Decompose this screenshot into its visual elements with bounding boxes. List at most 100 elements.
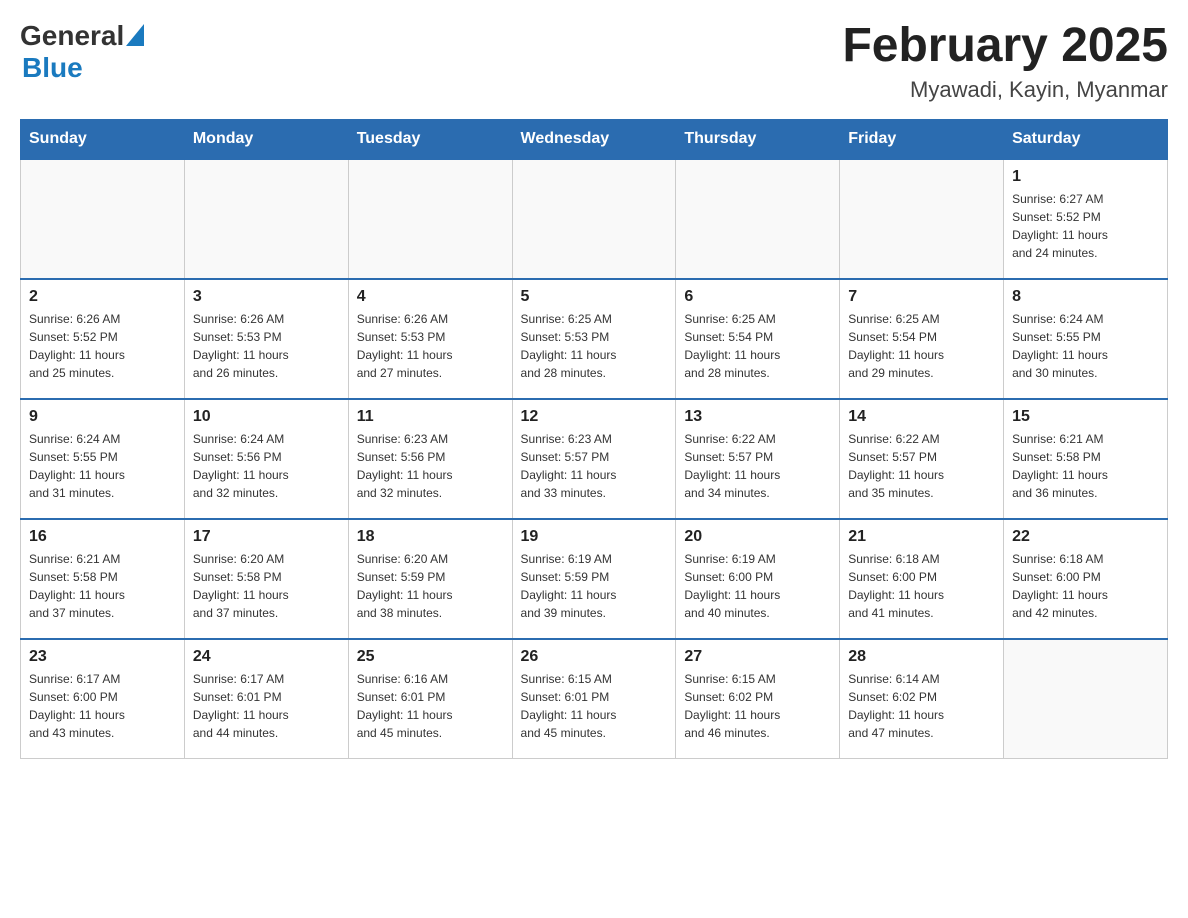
day-number: 21 [848, 528, 995, 546]
calendar-cell: 1 Sunrise: 6:27 AM Sunset: 5:52 PM Daylig… [1004, 159, 1168, 279]
day-number: 15 [1012, 408, 1159, 426]
title-area: February 2025 Myawadi, Kayin, Myanmar [842, 20, 1168, 103]
calendar-cell [1004, 639, 1168, 759]
day-number: 25 [357, 648, 504, 666]
calendar-cell: 25 Sunrise: 6:16 AM Sunset: 6:01 PM Dayli… [348, 639, 512, 759]
calendar-cell [184, 159, 348, 279]
header-friday: Friday [840, 119, 1004, 159]
day-number: 7 [848, 288, 995, 306]
calendar-cell [512, 159, 676, 279]
day-number: 12 [521, 408, 668, 426]
calendar-week-row: 9 Sunrise: 6:24 AM Sunset: 5:55 PM Daylig… [21, 399, 1168, 519]
calendar-cell: 9 Sunrise: 6:24 AM Sunset: 5:55 PM Daylig… [21, 399, 185, 519]
calendar-cell: 22 Sunrise: 6:18 AM Sunset: 6:00 PM Dayli… [1004, 519, 1168, 639]
day-number: 13 [684, 408, 831, 426]
day-info: Sunrise: 6:22 AM Sunset: 5:57 PM Dayligh… [848, 430, 995, 502]
logo: General Blue [20, 20, 144, 84]
day-info: Sunrise: 6:20 AM Sunset: 5:59 PM Dayligh… [357, 550, 504, 622]
day-info: Sunrise: 6:19 AM Sunset: 5:59 PM Dayligh… [521, 550, 668, 622]
day-info: Sunrise: 6:17 AM Sunset: 6:01 PM Dayligh… [193, 670, 340, 742]
calendar-table: Sunday Monday Tuesday Wednesday Thursday… [20, 119, 1168, 760]
day-number: 8 [1012, 288, 1159, 306]
calendar-cell: 15 Sunrise: 6:21 AM Sunset: 5:58 PM Dayli… [1004, 399, 1168, 519]
day-info: Sunrise: 6:21 AM Sunset: 5:58 PM Dayligh… [29, 550, 176, 622]
calendar-cell [676, 159, 840, 279]
calendar-cell: 23 Sunrise: 6:17 AM Sunset: 6:00 PM Dayli… [21, 639, 185, 759]
day-number: 27 [684, 648, 831, 666]
day-number: 23 [29, 648, 176, 666]
day-info: Sunrise: 6:19 AM Sunset: 6:00 PM Dayligh… [684, 550, 831, 622]
calendar-cell: 19 Sunrise: 6:19 AM Sunset: 5:59 PM Dayli… [512, 519, 676, 639]
calendar-cell: 11Sunrise: 6:23 AM Sunset: 5:56 PM Dayli… [348, 399, 512, 519]
header-thursday: Thursday [676, 119, 840, 159]
day-number: 14 [848, 408, 995, 426]
day-info: Sunrise: 6:26 AM Sunset: 5:53 PM Dayligh… [357, 310, 504, 382]
calendar-week-row: 23 Sunrise: 6:17 AM Sunset: 6:00 PM Dayli… [21, 639, 1168, 759]
day-info: Sunrise: 6:16 AM Sunset: 6:01 PM Dayligh… [357, 670, 504, 742]
calendar-cell: 12Sunrise: 6:23 AM Sunset: 5:57 PM Dayli… [512, 399, 676, 519]
header-tuesday: Tuesday [348, 119, 512, 159]
day-number: 19 [521, 528, 668, 546]
calendar-week-row: 16 Sunrise: 6:21 AM Sunset: 5:58 PM Dayli… [21, 519, 1168, 639]
day-info: Sunrise: 6:15 AM Sunset: 6:01 PM Dayligh… [521, 670, 668, 742]
calendar-cell: 3Sunrise: 6:26 AM Sunset: 5:53 PM Daylig… [184, 279, 348, 399]
header-monday: Monday [184, 119, 348, 159]
day-number: 9 [29, 408, 176, 426]
day-number: 4 [357, 288, 504, 306]
day-number: 5 [521, 288, 668, 306]
day-info: Sunrise: 6:22 AM Sunset: 5:57 PM Dayligh… [684, 430, 831, 502]
day-number: 28 [848, 648, 995, 666]
page-header: General Blue February 2025 Myawadi, Kayi… [20, 20, 1168, 103]
day-number: 20 [684, 528, 831, 546]
day-info: Sunrise: 6:20 AM Sunset: 5:58 PM Dayligh… [193, 550, 340, 622]
calendar-week-row: 1 Sunrise: 6:27 AM Sunset: 5:52 PM Daylig… [21, 159, 1168, 279]
day-info: Sunrise: 6:18 AM Sunset: 6:00 PM Dayligh… [1012, 550, 1159, 622]
header-wednesday: Wednesday [512, 119, 676, 159]
calendar-cell: 14 Sunrise: 6:22 AM Sunset: 5:57 PM Dayli… [840, 399, 1004, 519]
day-info: Sunrise: 6:24 AM Sunset: 5:55 PM Dayligh… [29, 430, 176, 502]
month-title: February 2025 [842, 20, 1168, 73]
calendar-cell [348, 159, 512, 279]
day-number: 6 [684, 288, 831, 306]
calendar-cell: 8 Sunrise: 6:24 AM Sunset: 5:55 PM Daylig… [1004, 279, 1168, 399]
calendar-cell: 4 Sunrise: 6:26 AM Sunset: 5:53 PM Daylig… [348, 279, 512, 399]
day-info: Sunrise: 6:24 AM Sunset: 5:55 PM Dayligh… [1012, 310, 1159, 382]
calendar-cell: 6 Sunrise: 6:25 AM Sunset: 5:54 PM Daylig… [676, 279, 840, 399]
day-info: Sunrise: 6:14 AM Sunset: 6:02 PM Dayligh… [848, 670, 995, 742]
day-number: 10 [193, 408, 340, 426]
day-info: Sunrise: 6:25 AM Sunset: 5:53 PM Dayligh… [521, 310, 668, 382]
header-saturday: Saturday [1004, 119, 1168, 159]
day-info: Sunrise: 6:17 AM Sunset: 6:00 PM Dayligh… [29, 670, 176, 742]
day-number: 1 [1012, 168, 1159, 186]
day-number: 22 [1012, 528, 1159, 546]
weekday-header-row: Sunday Monday Tuesday Wednesday Thursday… [21, 119, 1168, 159]
day-info: Sunrise: 6:21 AM Sunset: 5:58 PM Dayligh… [1012, 430, 1159, 502]
calendar-cell: 20 Sunrise: 6:19 AM Sunset: 6:00 PM Dayli… [676, 519, 840, 639]
calendar-cell: 5 Sunrise: 6:25 AM Sunset: 5:53 PM Daylig… [512, 279, 676, 399]
calendar-cell: 27 Sunrise: 6:15 AM Sunset: 6:02 PM Dayli… [676, 639, 840, 759]
calendar-cell: 18 Sunrise: 6:20 AM Sunset: 5:59 PM Dayli… [348, 519, 512, 639]
day-info: Sunrise: 6:15 AM Sunset: 6:02 PM Dayligh… [684, 670, 831, 742]
calendar-week-row: 2Sunrise: 6:26 AM Sunset: 5:52 PM Daylig… [21, 279, 1168, 399]
calendar-cell: 17 Sunrise: 6:20 AM Sunset: 5:58 PM Dayli… [184, 519, 348, 639]
calendar-cell: 21Sunrise: 6:18 AM Sunset: 6:00 PM Dayli… [840, 519, 1004, 639]
calendar-cell [840, 159, 1004, 279]
calendar-cell: 26 Sunrise: 6:15 AM Sunset: 6:01 PM Dayli… [512, 639, 676, 759]
day-info: Sunrise: 6:25 AM Sunset: 5:54 PM Dayligh… [848, 310, 995, 382]
day-info: Sunrise: 6:27 AM Sunset: 5:52 PM Dayligh… [1012, 190, 1159, 262]
calendar-cell: 2Sunrise: 6:26 AM Sunset: 5:52 PM Daylig… [21, 279, 185, 399]
day-number: 26 [521, 648, 668, 666]
day-info: Sunrise: 6:25 AM Sunset: 5:54 PM Dayligh… [684, 310, 831, 382]
day-number: 18 [357, 528, 504, 546]
calendar-cell [21, 159, 185, 279]
calendar-cell: 13 Sunrise: 6:22 AM Sunset: 5:57 PM Dayli… [676, 399, 840, 519]
logo-blue-text: Blue [22, 52, 83, 83]
day-number: 16 [29, 528, 176, 546]
day-info: Sunrise: 6:26 AM Sunset: 5:52 PM Dayligh… [29, 310, 176, 382]
day-info: Sunrise: 6:23 AM Sunset: 5:56 PM Dayligh… [357, 430, 504, 502]
day-info: Sunrise: 6:26 AM Sunset: 5:53 PM Dayligh… [193, 310, 340, 382]
header-sunday: Sunday [21, 119, 185, 159]
day-number: 17 [193, 528, 340, 546]
calendar-cell: 10Sunrise: 6:24 AM Sunset: 5:56 PM Dayli… [184, 399, 348, 519]
calendar-cell: 7 Sunrise: 6:25 AM Sunset: 5:54 PM Daylig… [840, 279, 1004, 399]
